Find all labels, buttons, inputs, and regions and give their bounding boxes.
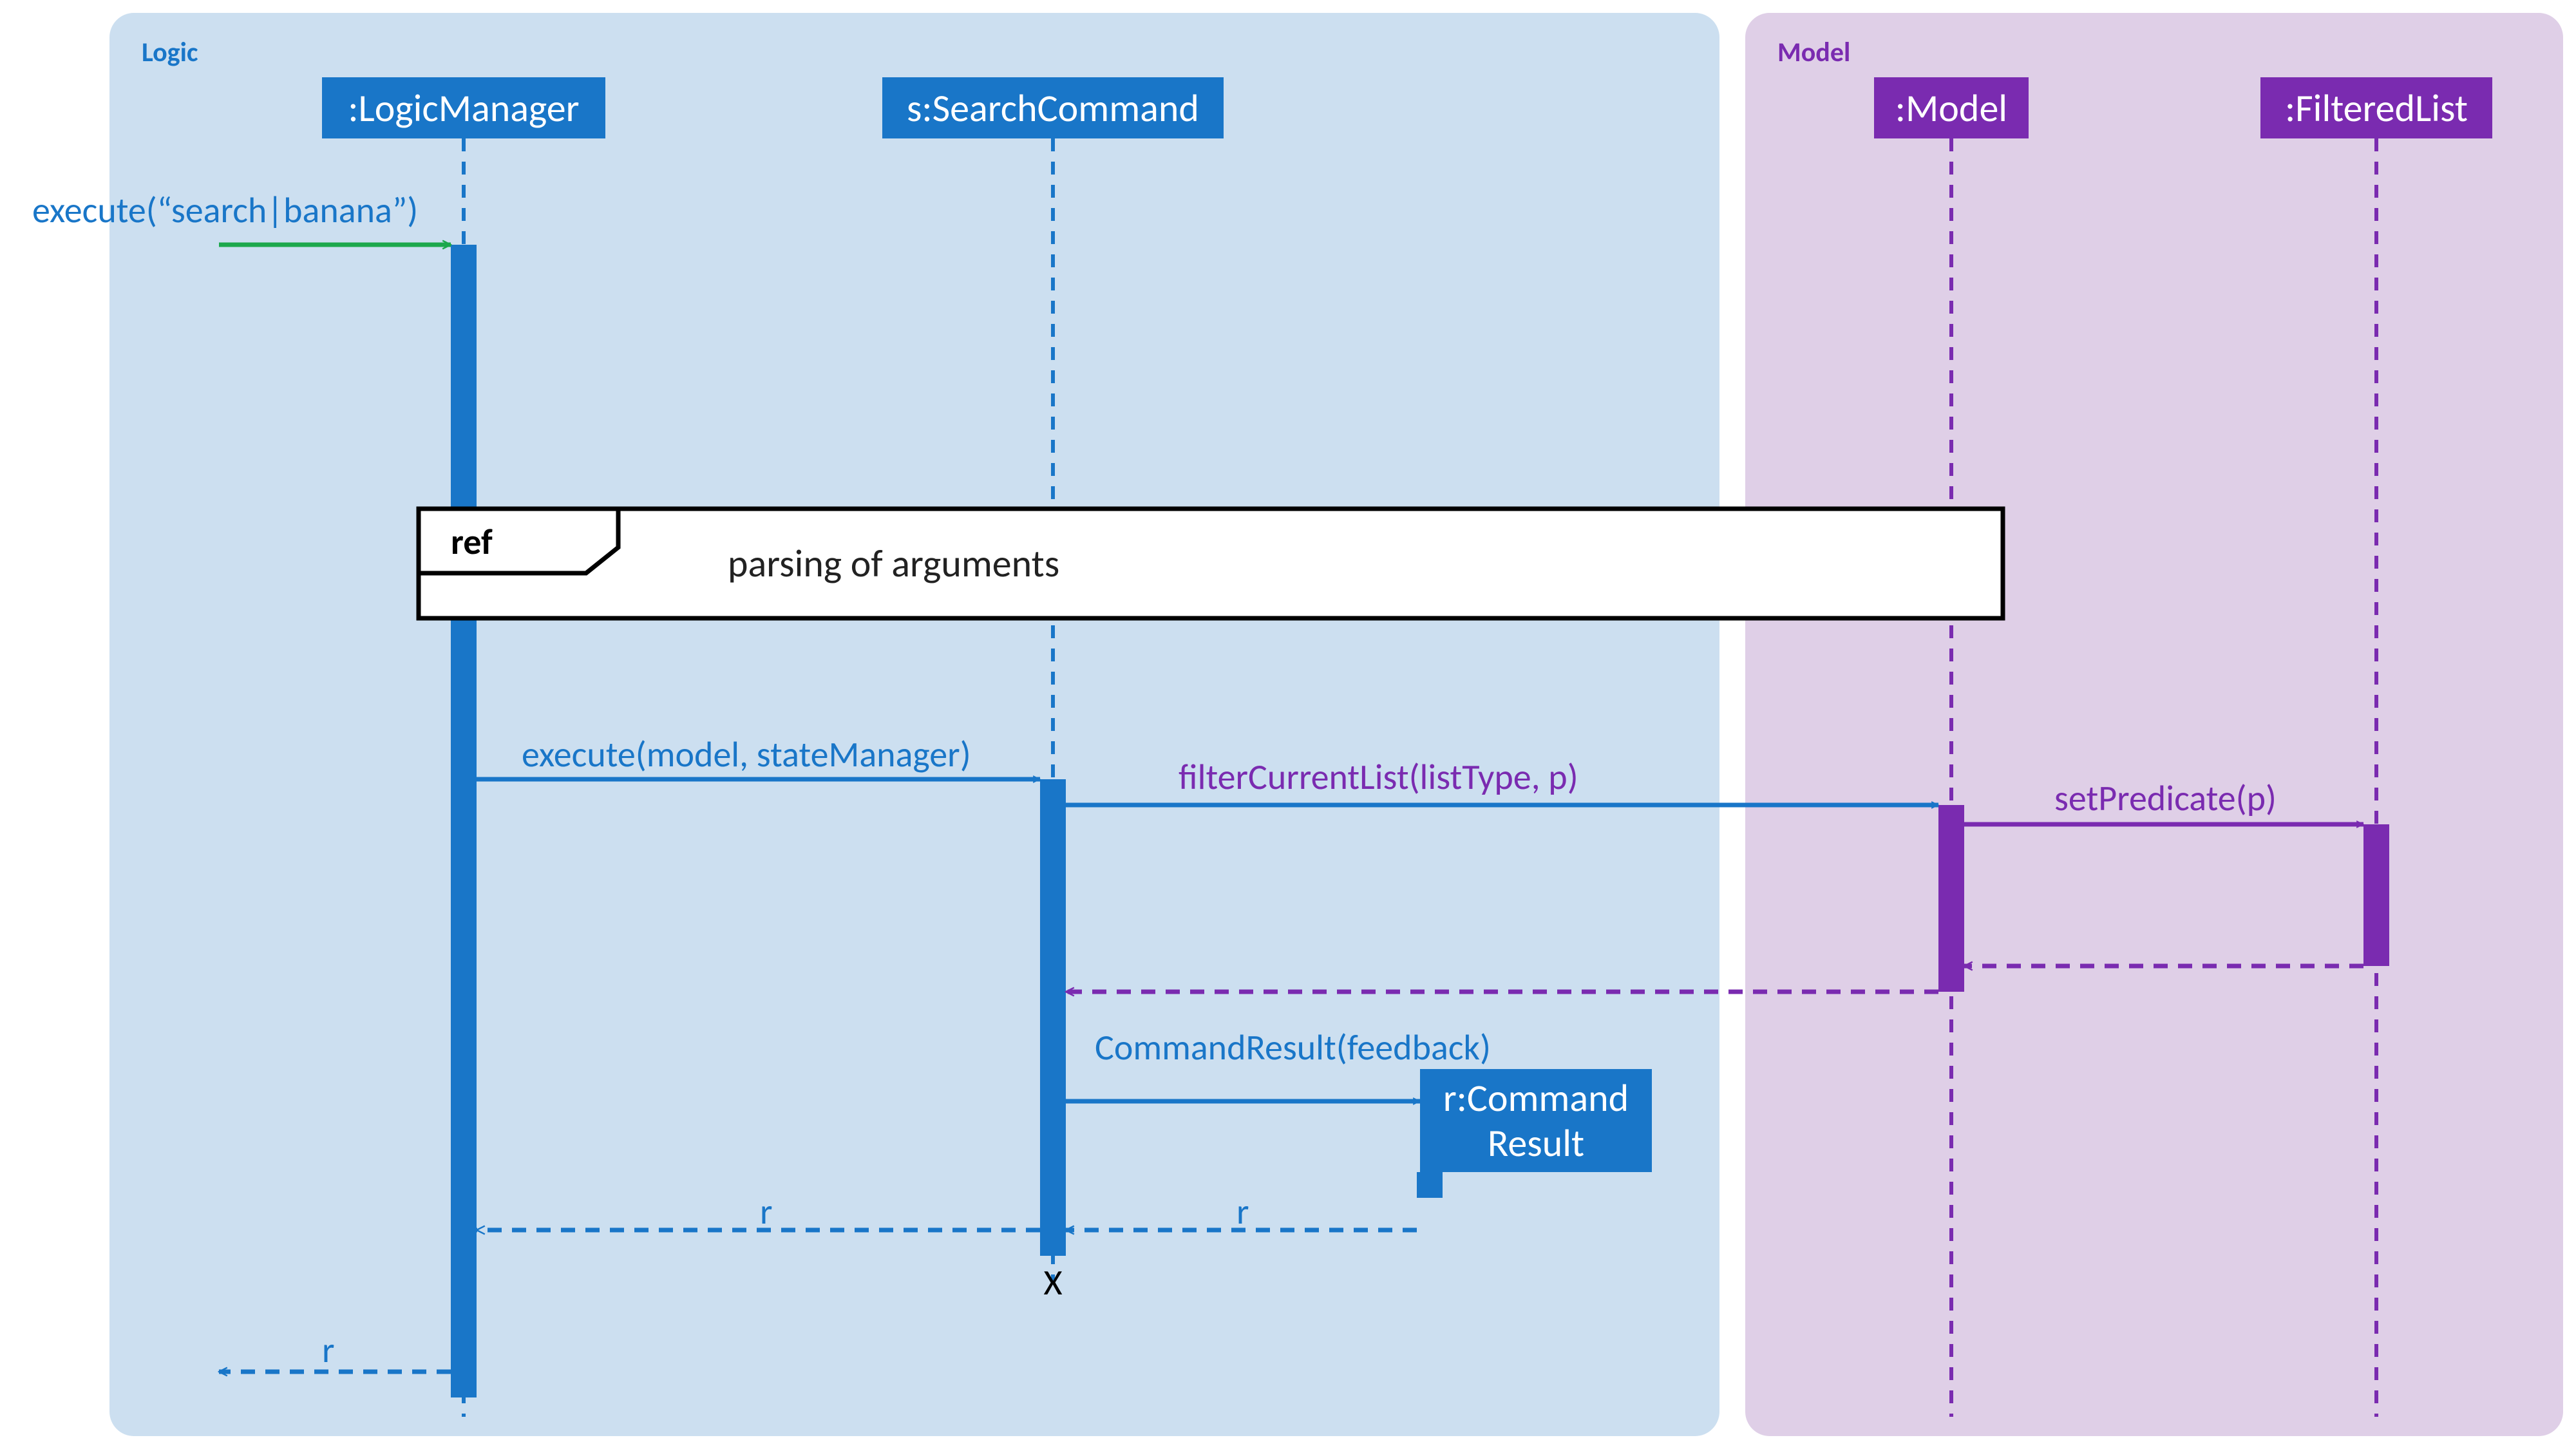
activation-search-command	[1040, 779, 1066, 1256]
return-r-1-label: r	[1236, 1190, 1249, 1234]
ref-frame: ref parsing of arguments	[419, 509, 2003, 618]
ref-frame-text: parsing of arguments	[728, 540, 1059, 587]
lifeline-command-result-label2: Result	[1488, 1120, 1584, 1167]
lifeline-model-label: :Model	[1895, 85, 2007, 132]
ref-frame-label: ref	[451, 520, 493, 564]
msg-initial-execute-label: execute(“search|banana”)	[32, 189, 418, 232]
return-r-2-label: r	[760, 1190, 773, 1234]
msg-filter-current-label: filterCurrentList(listType, p)	[1179, 755, 1578, 799]
msg-command-result-label: CommandResult(feedback)	[1095, 1026, 1491, 1070]
lifeline-command-result-label1: r:Command	[1443, 1075, 1629, 1122]
activation-model	[1938, 805, 1964, 992]
lifeline-search-command-label: s:SearchCommand	[907, 85, 1199, 132]
activation-logic-manager	[451, 245, 477, 1397]
panel-model	[1745, 13, 2563, 1436]
destroy-mark: X	[1043, 1261, 1062, 1305]
activation-filtered-list	[2363, 824, 2389, 966]
lifeline-logic-manager-label: :LogicManager	[348, 85, 579, 132]
panel-logic-title: Logic	[142, 36, 198, 69]
sequence-diagram: Logic Model :LogicManager s:SearchComman…	[0, 0, 2576, 1449]
return-r-3-label: r	[322, 1329, 335, 1372]
panel-model-title: Model	[1777, 36, 1850, 69]
lifeline-filtered-list-label: :FilteredList	[2285, 85, 2468, 132]
msg-set-predicate-label: setPredicate(p)	[2054, 777, 2277, 820]
msg-execute-model-label: execute(model, stateManager)	[522, 733, 971, 777]
